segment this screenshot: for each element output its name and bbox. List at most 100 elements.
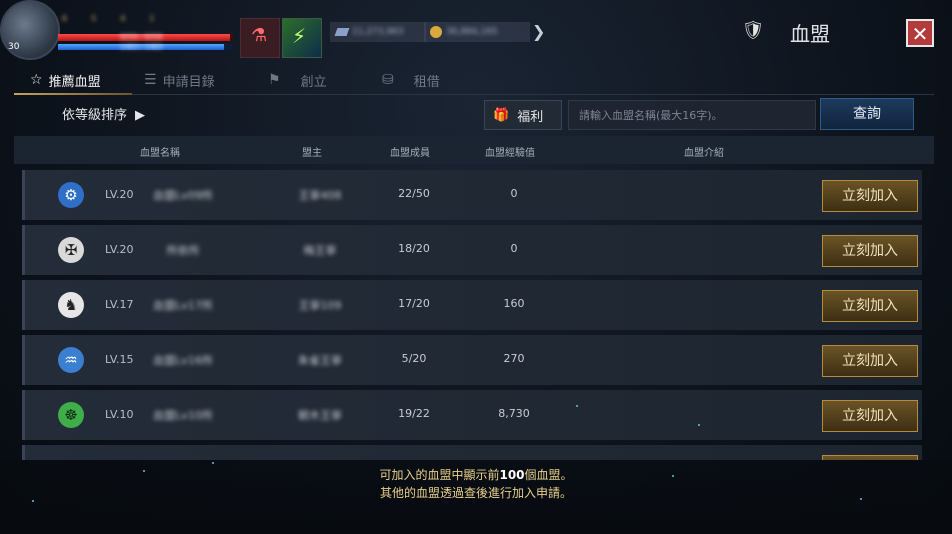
sparkle	[672, 475, 674, 477]
clan-leader: 朱雀王寧	[298, 354, 342, 367]
table-header: 血盟名稱 盟主 血盟成員 血盟經驗值 血盟介紹	[14, 136, 934, 164]
gift-icon: 🎁	[493, 107, 510, 123]
gold-currency: 36,884,165	[424, 22, 530, 42]
stat-3: 4	[120, 14, 126, 23]
clan-leader: 朝木王寧	[298, 409, 342, 422]
sparkle	[32, 500, 34, 502]
clan-level: LV.17	[105, 298, 134, 311]
footer-line-1: 可加入的血盟中顯示前100個血盟。	[0, 466, 952, 484]
header-clan-name: 血盟名稱	[140, 148, 180, 159]
tab-rent[interactable]: ⛁ 租借	[382, 68, 440, 92]
table-row[interactable]: ♞ LV.17 血盟Lv17所 王寧109 17/20 160 立刻加入	[22, 280, 922, 330]
clan-level: LV.10	[105, 408, 134, 421]
wave-emblem-icon: ♒	[58, 347, 84, 373]
sort-by-level-button[interactable]: 依等級排序 ▶	[62, 104, 145, 123]
star-icon: ☆	[30, 72, 43, 88]
join-now-button[interactable]: 立刻加入	[822, 345, 918, 377]
clan-level: LV.20	[105, 188, 134, 201]
join-now-button[interactable]: 立刻加入	[822, 400, 918, 432]
sort-label: 依等級排序	[62, 108, 128, 123]
clan-name: 血盟Lv10所	[153, 409, 213, 422]
cross-emblem-icon: ✠	[58, 237, 84, 263]
clan-leader: 梅王寧	[303, 244, 337, 257]
tab-recommended[interactable]: ☆ 推薦血盟	[30, 68, 101, 92]
close-icon: ✕	[911, 22, 929, 46]
player-avatar[interactable]: 30	[0, 0, 60, 60]
clan-name: 血盟Lv09所	[153, 189, 213, 202]
skill-slot[interactable]: ⚡	[282, 18, 322, 58]
tab-create[interactable]: ⚑ 創立	[268, 68, 327, 92]
clan-members: 22/50	[398, 187, 430, 200]
header-intro: 血盟介紹	[684, 148, 724, 159]
footer-text: 個血盟。	[524, 468, 573, 482]
flag-icon: ⚑	[268, 72, 281, 88]
unicorn-emblem-icon: ♞	[58, 292, 84, 318]
clan-search-input[interactable]	[568, 100, 816, 130]
lion-emblem-icon: ☸	[58, 402, 84, 428]
join-now-button[interactable]: 立刻加入	[822, 235, 918, 267]
clan-exp: 0	[510, 242, 518, 255]
sparkle	[698, 424, 700, 426]
tab-applications[interactable]: ☰ 申請目錄	[144, 68, 215, 92]
clan-name: 所依所	[166, 244, 200, 257]
silver-currency: 11,273,963	[330, 22, 426, 42]
header-exp: 血盟經驗值	[485, 148, 535, 159]
benefit-button[interactable]: 🎁 福利	[484, 100, 562, 130]
list-check-icon: ☰	[144, 72, 157, 88]
clan-exp: 0	[510, 187, 518, 200]
clan-list[interactable]: ⚙ LV.20 血盟Lv09所 王寧408 22/50 0 立刻加入 ✠ LV.…	[22, 169, 922, 460]
clan-exp: 160	[503, 297, 525, 310]
skill-icon: ⚡	[292, 24, 307, 48]
sparkle	[860, 498, 862, 500]
silver-icon	[334, 27, 350, 36]
cog-emblem-icon: ⚙	[58, 182, 84, 208]
potion-slot[interactable]: ⚗	[240, 18, 280, 58]
query-button[interactable]: 查詢	[820, 98, 914, 130]
potion-icon: ⚗	[251, 25, 268, 46]
player-stats: 6 5 4 1	[62, 14, 154, 23]
footer-line-2: 其他的血盟透過查後進行加入申請。	[379, 486, 572, 500]
sparkle	[212, 462, 214, 464]
clan-leader: 王寧109	[298, 299, 342, 312]
table-row[interactable]: ⚙ LV.20 血盟Lv09所 王寧408 22/50 0 立刻加入	[22, 170, 922, 220]
silver-amount: 11,273,963	[352, 27, 404, 37]
page-title: 血盟	[790, 22, 830, 46]
gold-coin-icon	[430, 25, 442, 38]
header-leader: 盟主	[302, 148, 322, 159]
clan-emblem-icon: 🛡	[741, 20, 765, 41]
table-row[interactable]: ☸ LV.10 血盟Lv10所 朝木王寧 19/22 8,730 立刻加入	[22, 390, 922, 440]
sparkle	[576, 405, 578, 407]
coins-icon: ⛁	[382, 72, 394, 88]
tab-bar: ☆ 推薦血盟 ☰ 申請目錄 ⚑ 創立 ⛁ 租借	[14, 64, 934, 95]
clan-exp: 270	[503, 352, 525, 365]
stat-2: 5	[91, 14, 97, 23]
clan-members: 18/20	[398, 242, 430, 255]
tab-label: 創立	[300, 74, 327, 90]
player-level: 30	[8, 42, 20, 52]
footer-highlight: 100	[499, 468, 525, 482]
table-row[interactable]: ♒ LV.15 血盟Lv16所 朱雀王寧 5/20 270 立刻加入	[22, 335, 922, 385]
close-button[interactable]: ✕	[906, 19, 934, 47]
gold-amount: 36,884,165	[446, 27, 498, 37]
table-row-partial[interactable]	[22, 445, 922, 460]
join-now-button[interactable]: 立刻加入	[822, 290, 918, 322]
clan-leader: 王寧408	[298, 189, 342, 202]
active-tab-underline	[14, 93, 132, 95]
clan-members: 19/22	[398, 407, 430, 420]
stat-1: 6	[62, 14, 68, 23]
clan-name: 血盟Lv16所	[153, 354, 213, 367]
table-row[interactable]: ✠ LV.20 所依所 梅王寧 18/20 0 立刻加入	[22, 225, 922, 275]
tab-label: 推薦血盟	[48, 74, 101, 90]
benefit-label: 福利	[517, 109, 544, 125]
play-arrow-icon: ▶	[135, 108, 146, 123]
join-now-button[interactable]: 立刻加入	[822, 180, 918, 212]
footer-text: 可加入的血盟中顯示前	[379, 468, 500, 482]
clan-members: 5/20	[401, 352, 427, 365]
clan-level: LV.20	[105, 243, 134, 256]
expand-arrow-icon[interactable]: ❯	[532, 22, 545, 41]
clan-exp: 8,730	[498, 407, 530, 420]
hp-text: 6058 / 6058	[120, 33, 163, 41]
clan-members: 17/20	[398, 297, 430, 310]
tab-label: 申請目錄	[162, 74, 215, 90]
stat-4: 1	[149, 14, 155, 23]
